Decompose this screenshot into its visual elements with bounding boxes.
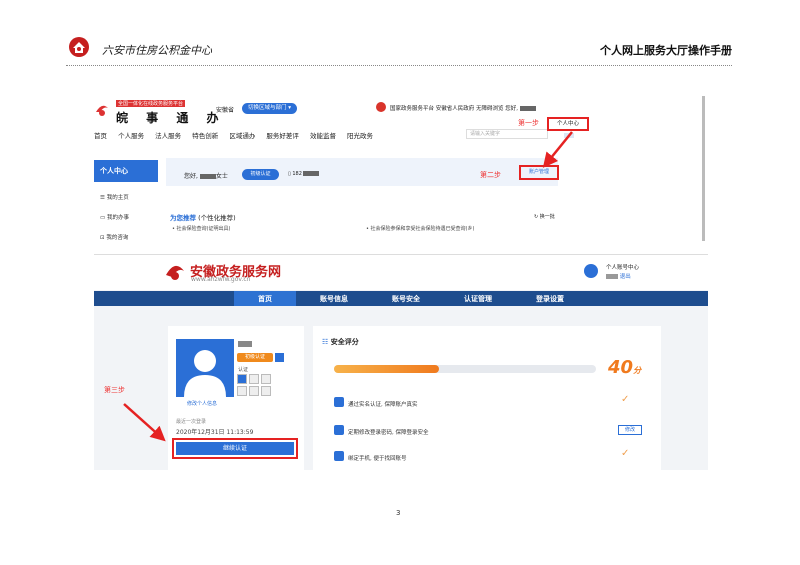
last-login-label: 最近一次登录 [176, 419, 207, 425]
portal-nav: 首页 个人服务 法人服务 特色创新 区域通办 服务好差评 效能监督 阳光政务 [94, 130, 700, 144]
verified-badge: 初级认证 [242, 169, 279, 180]
refresh-button[interactable]: ↻ 换一批 [534, 213, 555, 220]
bank-auth-icon [261, 374, 271, 384]
step1-annotation: 第一步 [518, 119, 539, 127]
security-row: 通过实名认证, 保障账户真实 [348, 402, 418, 408]
verified-badge: 初级认证 [237, 353, 273, 362]
security-score: 40分 [608, 357, 642, 378]
scrollbar[interactable] [702, 96, 705, 241]
account-management-button[interactable]: 账户管理 [519, 165, 559, 180]
nav-item[interactable]: 法人服务 [155, 132, 181, 140]
sidebar-item-home[interactable]: ☰ 我的主页 [100, 193, 129, 201]
screenshot-ahzwfw: 安徽政务服务网 www.ahzwfw.gov.cn 个人账号中心 退出 首页 账… [94, 254, 708, 470]
site-nav: 首页 账号信息 账号安全 认证管理 登录设置 [94, 291, 708, 306]
mail-auth-icon [261, 386, 271, 396]
security-row: 定期修改登录密码, 保障登录安全 [348, 430, 429, 436]
document-header: 六安市住房公积金中心 个人网上服务大厅操作手册 [66, 36, 732, 66]
upgrade-icon[interactable] [275, 353, 284, 362]
nav-item[interactable]: 效能监督 [310, 132, 336, 140]
phone-auth-icon [249, 386, 259, 396]
card-auth-icon [249, 374, 259, 384]
security-row: 绑定手机, 便于找回账号 [348, 456, 407, 462]
housing-fund-logo-icon [69, 37, 89, 57]
check-icon: ✓ [621, 448, 630, 459]
nav-item[interactable]: 区域通办 [229, 132, 255, 140]
site-url: www.ahzwfw.gov.cn [191, 276, 251, 283]
masked-username [606, 274, 618, 279]
side-title: 个人中心 [94, 160, 158, 182]
recommend-item[interactable]: • 社会保险查询(证明出具) [172, 225, 230, 232]
top-right-links[interactable]: 国家政务服务平台 安徽省人民政府 无障碍浏览 您好, [390, 104, 536, 112]
recommend-item[interactable]: • 社会保险参保和享受社会保险待遇已受查询(乡) [366, 225, 474, 232]
user-center-label[interactable]: 个人账号中心 [606, 263, 639, 271]
user-avatar-icon[interactable] [584, 264, 598, 278]
auth-label: 认证 [238, 367, 249, 373]
security-panel [313, 326, 661, 470]
switch-region-button[interactable]: 切换区域与部门 ▾ [242, 103, 298, 114]
masked-username [519, 106, 536, 111]
security-score-fill [334, 365, 439, 373]
portal-brand: 皖 事 通 办 [116, 111, 226, 125]
face-auth-icon [237, 386, 247, 396]
nav-item[interactable]: 个人服务 [118, 132, 144, 140]
modify-password-button[interactable]: 修改 [618, 425, 642, 435]
avatar [176, 339, 234, 397]
nav-item[interactable]: 特色创新 [192, 132, 218, 140]
step2-annotation: 第二步 [480, 171, 501, 179]
page-number: 3 [396, 509, 401, 517]
nav-item[interactable]: 服务好差评 [266, 132, 299, 140]
screenshot-wanshitong: 全国一体化在线政务服务平台 皖 事 通 办 安徽省 切换区域与部门 ▾ 国家政务… [94, 96, 706, 241]
tab-account-security[interactable]: 账号安全 [392, 294, 420, 304]
ahzwfw-logo-icon [166, 265, 184, 280]
province-label: 安徽省 [216, 107, 235, 114]
security-title: ☷ 安全评分 [322, 338, 359, 346]
sidebar-item-consult[interactable]: ⊡ 我的咨询 [100, 233, 128, 241]
masked-name [238, 341, 252, 347]
security-score-bar [334, 365, 596, 373]
id-auth-icon [237, 374, 247, 384]
portal-topbar: 全国一体化在线政务服务平台 皖 事 通 办 安徽省 切换区域与部门 ▾ 国家政务… [94, 96, 700, 125]
phone-icon [334, 451, 344, 461]
edit-profile-link[interactable]: 修改个人信息 [187, 400, 217, 407]
lock-icon [334, 425, 344, 435]
manual-title: 个人网上服务大厅操作手册 [600, 44, 732, 57]
person-icon [184, 350, 226, 397]
masked-name [199, 174, 216, 179]
check-icon: ✓ [621, 394, 630, 405]
portal-subtitle: 全国一体化在线政务服务平台 [116, 100, 186, 107]
wanshitong-logo-icon [96, 105, 108, 116]
tab-login-settings[interactable]: 登录设置 [536, 294, 564, 304]
phone-number: ▯ 182 [288, 171, 320, 177]
personal-center-link[interactable]: 个人中心 [547, 117, 589, 131]
nav-item[interactable]: 阳光政务 [347, 132, 373, 140]
national-emblem-icon [376, 102, 386, 112]
grid-icon: ☷ [322, 338, 329, 346]
organization-name: 六安市住房公积金中心 [102, 44, 212, 57]
tab-auth-management[interactable]: 认证管理 [464, 294, 492, 304]
greeting: 您好, 女士 [184, 173, 228, 180]
continue-auth-button[interactable]: 继续认证 [176, 442, 294, 455]
logout-link[interactable]: 退出 [606, 272, 631, 280]
sidebar-item-affairs[interactable]: ▭ 我的办事 [100, 213, 129, 221]
nav-item[interactable]: 首页 [94, 132, 107, 140]
dropdown-hint [564, 133, 574, 138]
recommend-heading: 为您推荐 (个性化推荐) [170, 214, 236, 222]
last-login-time: 2020年12月31日 11:13:59 [176, 429, 254, 436]
masked-phone [303, 171, 320, 176]
tab-home[interactable]: 首页 [258, 294, 272, 304]
realname-icon [334, 397, 344, 407]
search-input[interactable]: 请输入关键字 [466, 129, 548, 139]
step3-annotation: 第三步 [104, 386, 125, 394]
tab-account-info[interactable]: 账号信息 [320, 294, 348, 304]
